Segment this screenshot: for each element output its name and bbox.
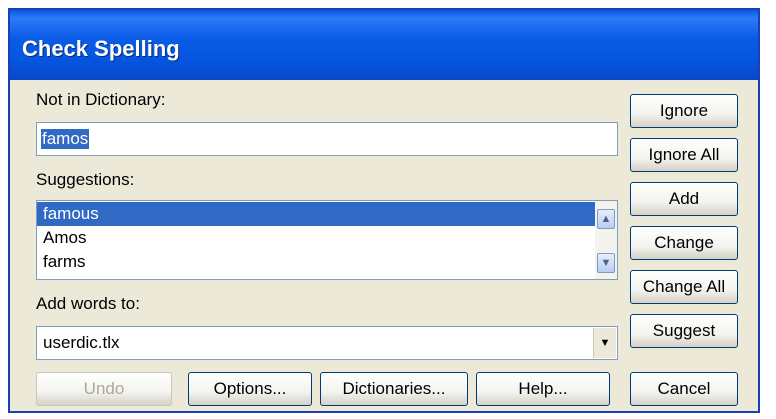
suggest-button[interactable]: Suggest: [630, 314, 738, 348]
add-button[interactable]: Add: [630, 182, 738, 216]
ignore-button[interactable]: Ignore: [630, 94, 738, 128]
options-button[interactable]: Options...: [188, 372, 312, 406]
suggestion-item[interactable]: Amos: [37, 226, 595, 250]
title-bar[interactable]: Check Spelling: [10, 10, 758, 80]
change-button[interactable]: Change: [630, 226, 738, 260]
not-in-dictionary-field[interactable]: famos: [36, 122, 618, 156]
not-in-dictionary-value: famos: [41, 129, 90, 149]
change-all-button[interactable]: Change All: [630, 270, 738, 304]
cancel-button[interactable]: Cancel: [630, 372, 738, 406]
scroll-up-icon[interactable]: ▲: [597, 209, 615, 229]
suggestions-scrollbar[interactable]: ▲ ▼: [595, 201, 617, 279]
suggestion-item[interactable]: famous: [37, 202, 595, 226]
suggestions-items: famous Amos farms: [37, 202, 595, 274]
chevron-down-icon[interactable]: ▼: [593, 328, 616, 358]
window-title: Check Spelling: [22, 36, 180, 61]
scroll-down-icon[interactable]: ▼: [597, 253, 615, 273]
suggestions-label: Suggestions:: [36, 170, 135, 189]
suggestion-item[interactable]: farms: [37, 250, 595, 274]
not-in-dictionary-label: Not in Dictionary:: [36, 90, 166, 109]
add-words-to-select[interactable]: userdic.tlx ▼: [36, 326, 618, 360]
dictionaries-button[interactable]: Dictionaries...: [320, 372, 468, 406]
help-button[interactable]: Help...: [476, 372, 610, 406]
add-words-to-label: Add words to:: [36, 294, 140, 313]
suggestions-list[interactable]: famous Amos farms ▲ ▼: [36, 200, 618, 280]
undo-button[interactable]: Undo: [36, 372, 172, 406]
ignore-all-button[interactable]: Ignore All: [630, 138, 738, 172]
add-words-to-value: userdic.tlx: [43, 333, 120, 352]
check-spelling-dialog: Check Spelling Not in Dictionary: famos …: [8, 8, 760, 413]
